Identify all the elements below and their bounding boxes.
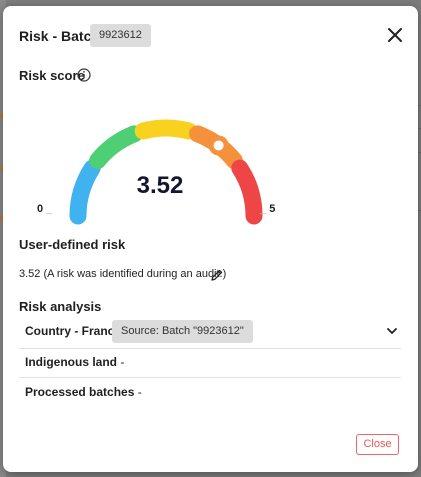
row-label-text: Country - France (25, 324, 122, 338)
row-label: Country - France (25, 324, 121, 338)
risk-analysis-row-country[interactable]: Country - France Source: Batch "9923612" (19, 317, 401, 346)
dialog-title: Risk - Batch (19, 28, 100, 44)
gauge-marker-center (213, 140, 224, 151)
row-value: - (134, 385, 142, 399)
risk-score-heading: Risk score (19, 68, 85, 83)
source-chip: Source: Batch "9923612" (112, 320, 253, 343)
gauge-segment (89, 125, 143, 170)
info-icon[interactable] (77, 68, 91, 82)
gauge-segment (69, 159, 101, 225)
row-value: - (117, 355, 125, 369)
close-button[interactable]: Close (356, 434, 399, 455)
gauge-max-label: _ 5 (260, 203, 276, 215)
gauge-segment (134, 119, 198, 140)
user-defined-risk-heading: User-defined risk (19, 237, 126, 252)
risk-analysis-heading: Risk analysis (19, 299, 102, 314)
gauge-min-label: 0 _ (37, 203, 53, 215)
risk-score-value: 3.52 (136, 172, 184, 199)
row-label: Processed batches - (25, 385, 142, 399)
risk-dialog: Risk - Batch 9923612 Risk score 3.52 0 _… (3, 6, 418, 472)
row-label-text: Processed batches (25, 385, 135, 399)
gauge-max-value: 5 (269, 203, 276, 215)
gauge-min-value: 0 (37, 203, 44, 215)
batch-id-chip: 9923612 (90, 24, 151, 47)
row-label: Indigenous land - (25, 355, 124, 369)
chevron-down-icon[interactable] (386, 325, 398, 337)
risk-analysis-row-processed-batches: Processed batches - (19, 378, 401, 407)
close-icon[interactable] (387, 27, 403, 43)
pencil-icon[interactable] (210, 268, 224, 282)
risk-analysis-row-indigenous-land: Indigenous land - (19, 348, 401, 377)
gauge-segment (231, 159, 263, 225)
risk-gauge (69, 119, 263, 225)
user-defined-risk-text: 3.52 (A risk was identified during an au… (19, 268, 227, 280)
row-label-text: Indigenous land (25, 355, 117, 369)
